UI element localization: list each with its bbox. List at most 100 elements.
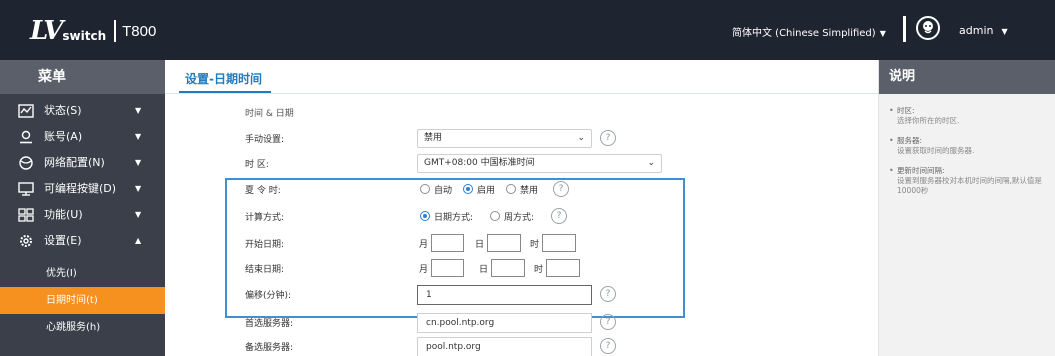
help-icon[interactable]: ? [551, 208, 567, 224]
username: admin [959, 24, 994, 37]
help-body: • 时区: 选择你所在的时区. • 服务器: 设置获取时间的服务器. • 更新时… [879, 94, 1055, 196]
caret-down-icon: ▼ [135, 158, 142, 167]
top-bar: LV switch T800 简体中文 (Chinese Simplified)… [0, 0, 1055, 60]
calc-date-label: 日期方式: [434, 213, 474, 223]
dst-enable-radio[interactable] [463, 184, 473, 194]
sidebar-title: 菜单 [0, 60, 165, 94]
start-day-input[interactable] [487, 234, 521, 252]
dst-auto-radio[interactable] [420, 184, 430, 194]
chevron-down-icon: ⌄ [577, 133, 585, 143]
sidebar-item-dsskey[interactable]: 可编程按键(D) ▼ [0, 176, 165, 202]
sidebar-item-account[interactable]: 账号(A) ▼ [0, 124, 165, 150]
dst-disable-label: 禁用 [520, 186, 539, 196]
hour-unit: 时 [534, 265, 544, 275]
section-row: 时间 & 日期 [165, 102, 878, 124]
chevron-down-icon: ⌄ [647, 158, 655, 168]
help-item-title: 服务器: [897, 136, 923, 145]
timezone-label: 时 区: [245, 160, 269, 170]
sidebar-item-label: 功能(U) [44, 208, 83, 221]
sidebar-item-features[interactable]: 功能(U) ▼ [0, 202, 165, 228]
help-icon[interactable]: ? [600, 130, 616, 146]
keyboard-icon [18, 182, 34, 196]
offset-row: 偏移(分钟): 1 ? [165, 284, 878, 306]
help-icon[interactable]: ? [600, 314, 616, 330]
primary-server-label: 首选服务器: [245, 319, 294, 329]
manual-setting-value: 禁用 [424, 133, 443, 143]
end-day-input[interactable] [491, 259, 525, 277]
sidebar: 菜单 状态(S) ▼ 账号(A) ▼ 网络配置(N) ▼ 可编程按键(D) ▼ … [0, 60, 165, 356]
avatar-icon[interactable] [916, 16, 940, 40]
secondary-server-label: 备选服务器: [245, 343, 294, 353]
help-item-desc: 选择你所在的时区. [897, 116, 960, 125]
sidebar-item-settings[interactable]: 设置(E) ▲ [0, 228, 165, 254]
help-icon[interactable]: ? [553, 181, 569, 197]
brand-logo: LV switch T800 [30, 18, 156, 44]
start-month-input[interactable] [431, 234, 464, 252]
page-title: 设置-日期时间 [185, 72, 262, 86]
manual-setting-select[interactable]: 禁用 ⌄ [417, 129, 592, 148]
sidebar-item-network[interactable]: 网络配置(N) ▼ [0, 150, 165, 176]
language-label: 简体中文 (Chinese Simplified) [732, 28, 876, 39]
user-menu[interactable]: admin ▼ [959, 24, 1008, 37]
day-unit: 日 [475, 240, 485, 250]
sidebar-item-label: 状态(S) [44, 104, 82, 117]
network-icon [19, 156, 33, 170]
dst-row: 夏 令 时: 自动 启用 禁用 ? [165, 179, 878, 201]
calc-row: 计算方式: 日期方式: 周方式: ? [165, 206, 878, 228]
help-item-desc: 设置到服务器校对本机时间的间隔,默认值是10000秒 [897, 176, 1042, 195]
start-date-label: 开始日期: [245, 240, 285, 250]
section-label: 时间 & 日期 [245, 109, 294, 119]
help-icon[interactable]: ? [600, 286, 616, 302]
help-item: • 更新时间间隔: 设置到服务器校对本机时间的间隔,默认值是10000秒 [889, 166, 1043, 196]
sidebar-subitem-datetime[interactable]: 日期时间(t) [0, 287, 165, 314]
help-item-title: 更新时间间隔: [897, 166, 945, 175]
account-user-icon [20, 130, 32, 144]
status-chart-icon [18, 104, 34, 118]
sidebar-subitem-preference[interactable]: 优先(I) [0, 260, 165, 287]
caret-down-icon: ▼ [135, 210, 142, 219]
calc-label: 计算方式: [245, 213, 285, 223]
sidebar-item-label: 设置(E) [44, 234, 82, 247]
primary-server-input[interactable]: cn.pool.ntp.org [417, 313, 592, 333]
primary-server-row: 首选服务器: cn.pool.ntp.org ? [165, 312, 878, 334]
calc-week-radio[interactable] [490, 211, 500, 221]
main-content: 设置-日期时间 时间 & 日期 手动设置: 禁用 ⌄ ? 时 区: GMT+08… [165, 60, 878, 356]
logo-mark: LV [30, 16, 63, 46]
calc-date-radio[interactable] [420, 211, 430, 221]
end-month-input[interactable] [431, 259, 464, 277]
caret-down-icon: ▼ [1001, 27, 1008, 36]
start-hour-input[interactable] [542, 234, 576, 252]
timezone-value: GMT+08:00 中国标准时间 [424, 158, 535, 168]
sidebar-item-label: 账号(A) [44, 130, 83, 143]
logo-subtext: switch [62, 28, 107, 43]
help-icon[interactable]: ? [600, 338, 616, 354]
timezone-row: 时 区: GMT+08:00 中国标准时间 ⌄ [165, 153, 878, 175]
caret-down-icon: ▼ [135, 184, 142, 193]
month-unit: 月 [419, 265, 429, 275]
logo-divider [114, 20, 117, 42]
secondary-server-input[interactable]: pool.ntp.org [417, 337, 592, 356]
timezone-select[interactable]: GMT+08:00 中国标准时间 ⌄ [417, 154, 662, 173]
caret-down-icon: ▼ [879, 29, 886, 38]
dst-auto-label: 自动 [434, 186, 453, 196]
help-item: • 时区: 选择你所在的时区. [889, 106, 1043, 126]
month-unit: 月 [419, 240, 429, 250]
start-date-row: 开始日期: 月 日 时 [165, 233, 878, 255]
end-date-row: 结束日期: 月 日 时 [165, 258, 878, 280]
language-select[interactable]: 简体中文 (Chinese Simplified) ▼ [732, 24, 886, 39]
offset-input[interactable]: 1 [417, 285, 592, 305]
caret-down-icon: ▼ [135, 106, 142, 115]
calc-week-label: 周方式: [504, 213, 535, 223]
help-item-desc: 设置获取时间的服务器. [897, 146, 975, 155]
caret-up-icon: ▲ [135, 236, 142, 245]
sidebar-item-status[interactable]: 状态(S) ▼ [0, 98, 165, 124]
help-title: 说明 [879, 60, 1055, 94]
hour-unit: 时 [530, 240, 540, 250]
dst-disable-radio[interactable] [506, 184, 516, 194]
dst-label: 夏 令 时: [245, 186, 281, 196]
caret-down-icon: ▼ [135, 132, 142, 141]
model-name: T800 [122, 22, 157, 40]
help-item: • 服务器: 设置获取时间的服务器. [889, 136, 1043, 156]
end-hour-input[interactable] [546, 259, 580, 277]
sidebar-subitem-heartbeat[interactable]: 心跳服务(h) [0, 314, 165, 341]
